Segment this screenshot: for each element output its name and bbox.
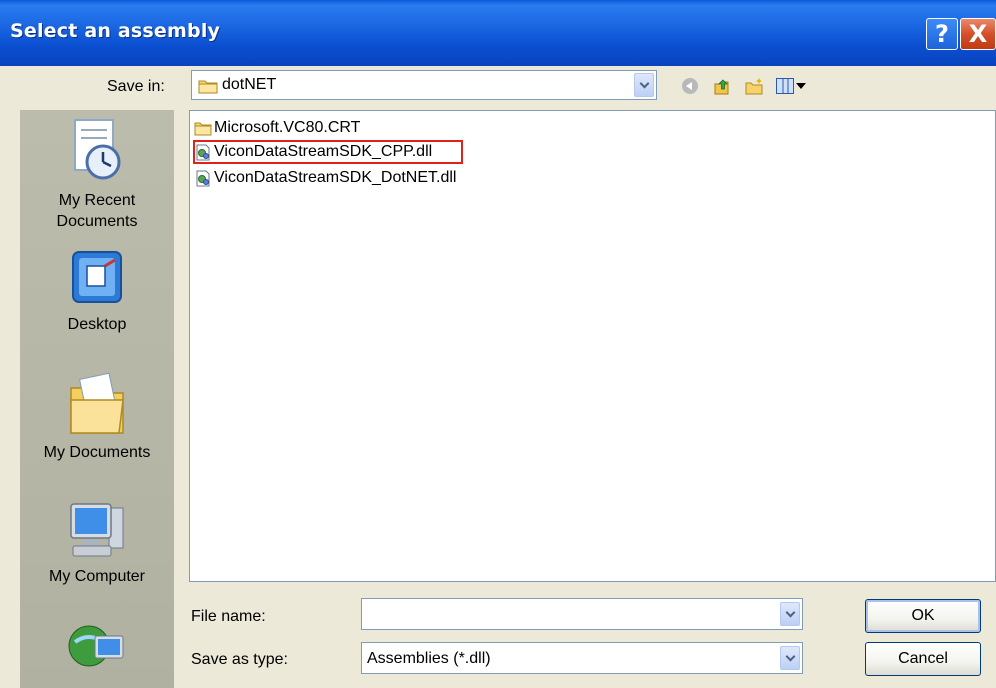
save-in-label: Save in: — [107, 78, 165, 95]
list-item[interactable]: Microsoft.VC80.CRT — [194, 117, 360, 139]
file-name: ViconDataStreamSDK_CPP.dll — [214, 143, 433, 160]
ok-button-label: OK — [911, 607, 935, 624]
desktop-icon — [72, 251, 122, 303]
title-bar[interactable]: Select an assembly ? X — [0, 0, 996, 66]
place-desktop[interactable]: Desktop — [20, 248, 174, 335]
place-my-recent-documents[interactable]: My Recent Documents — [20, 116, 174, 232]
chevron-down-icon — [785, 607, 795, 617]
help-button[interactable]: ? — [926, 18, 958, 50]
save-as-type-dropdown-button[interactable] — [780, 646, 800, 670]
save-in-combo[interactable]: dotNET — [191, 70, 657, 100]
chevron-down-icon — [639, 78, 649, 88]
views-menu-button[interactable] — [776, 76, 806, 96]
window-title: Select an assembly — [10, 20, 221, 42]
recent-documents-icon — [74, 119, 121, 180]
dll-file-icon — [194, 143, 212, 161]
dll-file-icon — [194, 169, 212, 187]
close-button[interactable]: X — [960, 18, 996, 50]
my-documents-icon — [70, 372, 124, 434]
folder-icon — [198, 78, 218, 99]
save-as-type-label: Save as type: — [191, 651, 288, 668]
select-assembly-dialog: Select an assembly ? X Save in: dotNET M… — [0, 0, 996, 688]
list-item[interactable]: ViconDataStreamSDK_DotNET.dll — [194, 167, 456, 189]
file-name: ViconDataStreamSDK_DotNET.dll — [214, 169, 457, 186]
up-folder-icon — [714, 79, 729, 95]
place-label: My Computer — [48, 568, 146, 585]
folder-icon — [194, 119, 212, 137]
network-places-icon — [68, 625, 124, 667]
help-icon: ? — [935, 20, 949, 48]
place-label: My Recent — [58, 192, 136, 209]
up-one-level-button[interactable] — [712, 76, 732, 96]
place-label: My Documents — [43, 444, 151, 461]
my-computer-icon — [70, 503, 124, 557]
toolbar — [680, 74, 806, 98]
save-as-type-combo[interactable]: Assemblies (*.dll) — [361, 642, 803, 674]
place-my-network-places[interactable] — [20, 616, 174, 684]
cancel-button[interactable]: Cancel — [865, 642, 981, 676]
place-label: Documents — [56, 213, 138, 230]
save-in-dropdown-button[interactable] — [634, 73, 654, 97]
file-name: Microsoft.VC80.CRT — [214, 119, 361, 136]
save-as-type-value: Assemblies (*.dll) — [367, 650, 491, 667]
back-button[interactable] — [680, 76, 700, 96]
file-name-label: File name: — [191, 608, 266, 625]
cancel-button-label: Cancel — [898, 650, 948, 667]
new-folder-button[interactable] — [744, 76, 764, 96]
chevron-down-icon — [785, 651, 795, 661]
file-name-dropdown-button[interactable] — [780, 602, 800, 626]
file-list[interactable]: Microsoft.VC80.CRT ViconDataStreamSDK_CP… — [189, 110, 996, 582]
places-bar: My Recent Documents Desktop My Documents — [20, 110, 174, 688]
views-icon — [776, 78, 794, 94]
place-label: Desktop — [67, 316, 127, 333]
file-name-combo[interactable] — [361, 598, 803, 630]
close-icon: X — [968, 20, 988, 48]
save-in-value: dotNET — [222, 76, 277, 93]
place-my-computer[interactable]: My Computer — [20, 498, 174, 587]
dropdown-arrow-icon — [796, 83, 806, 89]
list-item-highlighted[interactable]: ViconDataStreamSDK_CPP.dll — [192, 140, 464, 164]
place-my-documents[interactable]: My Documents — [20, 368, 174, 463]
new-folder-icon — [745, 78, 763, 95]
ok-button[interactable]: OK — [865, 599, 981, 633]
back-arrow-icon — [682, 78, 698, 94]
